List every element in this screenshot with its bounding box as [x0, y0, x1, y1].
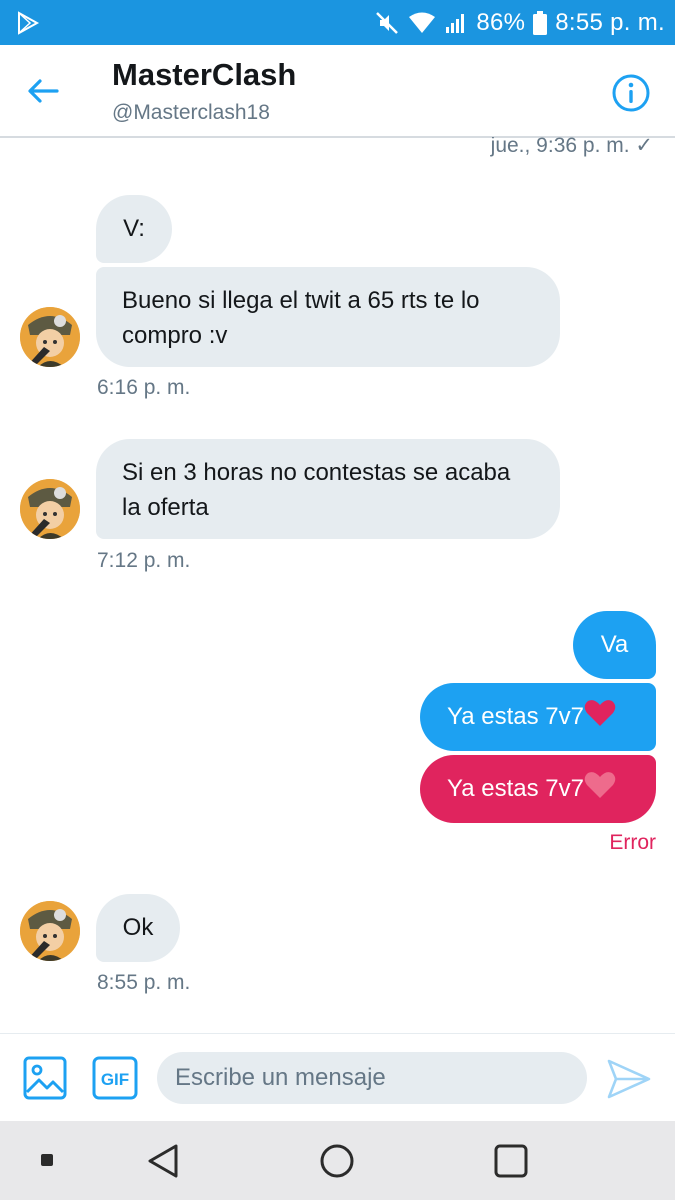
image-icon[interactable]: [23, 1056, 67, 1100]
message-text: Va: [600, 631, 629, 658]
avatar-image: [20, 307, 80, 367]
battery-percent: 86%: [476, 8, 526, 36]
avatar[interactable]: [20, 307, 80, 367]
outgoing-message[interactable]: Va: [573, 611, 656, 679]
status-bar: 86% 8:55 p. m.: [0, 0, 675, 45]
message-text: Ya estas 7v7: [447, 775, 584, 802]
gif-button[interactable]: GIF: [92, 1056, 138, 1100]
mute-icon: [376, 11, 399, 34]
heart-icon: [584, 700, 616, 726]
outgoing-message[interactable]: Ya estas 7v7: [420, 683, 656, 751]
message-error-label[interactable]: Error: [609, 831, 656, 855]
conversation-handle: @Masterclash18: [112, 101, 270, 124]
battery-icon: [533, 10, 548, 35]
avatar-image: [20, 901, 80, 961]
incoming-message[interactable]: Bueno si llega el twit a 65 rts te lo co…: [96, 267, 560, 367]
avatar[interactable]: [20, 479, 80, 539]
message-timestamp: 8:55 p. m.: [97, 971, 191, 994]
message-text: Si en 3 horas no contestas se acaba la o…: [122, 459, 511, 521]
recents-square-icon[interactable]: [493, 1143, 529, 1179]
message-text: Ok: [122, 914, 154, 941]
incoming-message[interactable]: Ok: [96, 894, 180, 962]
message-timestamp: 7:12 p. m.: [97, 549, 191, 572]
failed-message[interactable]: Ya estas 7v7: [420, 755, 656, 823]
gif-icon: GIF: [92, 1056, 138, 1100]
menu-dot-icon[interactable]: [40, 1153, 54, 1167]
avatar-image: [20, 479, 80, 539]
back-arrow-icon[interactable]: [24, 75, 64, 107]
message-input[interactable]: [157, 1052, 587, 1104]
home-circle-icon[interactable]: [319, 1143, 355, 1179]
wifi-icon: [409, 12, 436, 33]
heart-icon: [584, 772, 616, 798]
play-store-icon: [18, 11, 40, 35]
incoming-message[interactable]: Si en 3 horas no contestas se acaba la o…: [96, 439, 560, 539]
avatar[interactable]: [20, 901, 80, 961]
status-time: 8:55 p. m.: [555, 8, 665, 36]
message-timestamp: 6:16 p. m.: [97, 376, 191, 399]
message-composer: GIF: [0, 1033, 675, 1122]
conversation-thread[interactable]: jue., 9:36 p. m. ✓ V: Bueno si llega el …: [0, 137, 675, 1032]
previous-message-timestamp: jue., 9:36 p. m. ✓: [490, 137, 653, 157]
android-navigation-bar: [0, 1121, 675, 1200]
back-triangle-icon[interactable]: [146, 1143, 182, 1179]
conversation-header: MasterClash @Masterclash18: [0, 45, 675, 138]
conversation-title: MasterClash: [112, 57, 297, 92]
info-icon[interactable]: [611, 73, 651, 113]
signal-icon: [446, 13, 465, 33]
gif-label: GIF: [101, 1070, 129, 1089]
send-icon[interactable]: [606, 1058, 652, 1100]
message-text: Ya estas 7v7: [447, 703, 584, 730]
message-text: V:: [123, 215, 145, 242]
message-text: Bueno si llega el twit a 65 rts te lo co…: [122, 287, 480, 349]
incoming-message[interactable]: V:: [96, 195, 172, 263]
